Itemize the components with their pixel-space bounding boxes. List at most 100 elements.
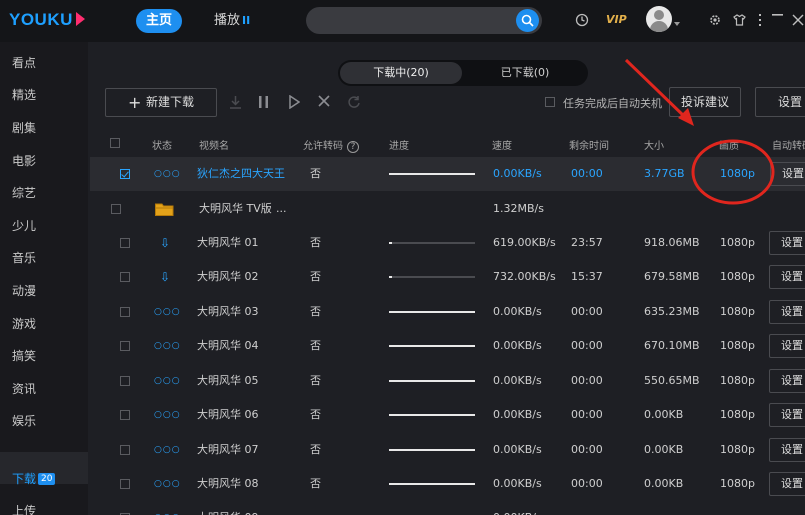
row-size: 0.00KB [644, 477, 684, 490]
chevron-down-icon[interactable] [674, 22, 680, 26]
sidebar-item-jingxuan[interactable]: 精选 [12, 86, 36, 103]
row-quality: 1080p [720, 270, 755, 283]
row-name: 大明风华 08 [197, 477, 259, 490]
nav-home-button[interactable]: 主页 [136, 9, 182, 33]
search-button[interactable] [516, 9, 539, 32]
history-clock-icon[interactable] [575, 13, 589, 27]
table-row[interactable]: ⇩ 大明风华 01 否 619.00KB/s 23:57 918.06MB 10… [90, 226, 805, 260]
row-settings-button[interactable]: 设置 [769, 265, 805, 289]
waiting-icon: ○○○ [154, 307, 181, 317]
row-speed: 0.00KB/s [493, 339, 542, 352]
table-row[interactable]: 大明风华 TV版 ... 1.32MB/s [90, 192, 805, 226]
table-row[interactable]: ○○○ 大明风华 04 否 0.00KB/s 00:00 670.10MB 10… [90, 329, 805, 363]
help-icon[interactable]: ? [347, 141, 359, 153]
refresh-icon[interactable] [347, 95, 361, 109]
sidebar-item-dongman[interactable]: 动漫 [12, 282, 36, 299]
row-name: 大明风华 02 [197, 270, 259, 283]
youku-logo[interactable]: YOUKU [9, 10, 85, 30]
sidebar-item-shaoer[interactable]: 少儿 [12, 217, 36, 234]
skin-shirt-icon[interactable] [733, 14, 746, 26]
download-all-icon[interactable] [228, 95, 243, 110]
sidebar-item-yinyue[interactable]: 音乐 [12, 249, 36, 266]
search-input[interactable] [306, 7, 542, 34]
row-settings-button[interactable]: 设置 [769, 403, 805, 427]
more-menu-icon[interactable] [759, 14, 762, 27]
sidebar-item-download[interactable]: 下载 20 [12, 470, 56, 487]
row-settings-button[interactable]: 设置 [770, 162, 805, 186]
nav-play-button[interactable]: 播放 II [214, 9, 250, 33]
row-name: 大明风华 TV版 [199, 202, 272, 215]
row-settings-button[interactable]: 设置 [769, 334, 805, 358]
waiting-icon: ○○○ [154, 169, 181, 179]
sidebar-item-upload[interactable]: 上传 [12, 502, 36, 515]
play-icon[interactable] [288, 95, 300, 109]
row-settings-button[interactable]: 设置 [769, 300, 805, 324]
row-quality: 1080p [720, 443, 755, 456]
table-row[interactable]: ○○○ 大明风华 07 否 0.00KB/s 00:00 0.00KB 1080… [90, 433, 805, 467]
row-transcode: 否 [310, 236, 321, 249]
sidebar-item-youxi[interactable]: 游戏 [12, 315, 36, 332]
row-checkbox[interactable] [120, 238, 130, 248]
minimize-icon[interactable] [772, 14, 784, 16]
row-name: 大明风华 09 [197, 501, 259, 515]
vip-badge[interactable]: VIP [606, 13, 627, 26]
close-icon[interactable] [792, 14, 804, 26]
tab-downloaded[interactable]: 已下载(0) [464, 62, 586, 84]
delete-icon[interactable] [318, 95, 330, 107]
sidebar-item-gaoxiao[interactable]: 搞笑 [12, 347, 36, 364]
table-row[interactable]: ○○○ 大明风华 05 否 0.00KB/s 00:00 550.65MB 10… [90, 364, 805, 398]
row-transcode: 否 [310, 477, 321, 490]
settings-button[interactable]: 设置 [755, 87, 805, 117]
row-checkbox[interactable] [120, 307, 130, 317]
row-transcode: 否 [310, 339, 321, 352]
sidebar-item-dianying[interactable]: 电影 [12, 152, 36, 169]
pause-icon[interactable] [258, 95, 270, 109]
row-checkbox[interactable] [111, 204, 121, 214]
row-checkbox[interactable] [120, 169, 130, 179]
table-row[interactable]: ○○○ 狄仁杰之四大天王 否 0.00KB/s 00:00 3.77GB 108… [90, 157, 805, 191]
row-remaining: 00:00 [571, 443, 603, 456]
select-all-checkbox[interactable] [110, 138, 120, 148]
table-row[interactable]: ○○○ 大明风华 06 否 0.00KB/s 00:00 0.00KB 1080… [90, 398, 805, 432]
settings-gear-icon[interactable] [709, 14, 721, 26]
row-progress-fill [389, 380, 475, 382]
new-download-button[interactable]: + 新建下载 [105, 88, 217, 117]
row-checkbox[interactable] [120, 341, 130, 351]
row-settings-button[interactable]: 设置 [769, 472, 805, 496]
col-speed: 速度 [492, 141, 512, 152]
row-size: 0.00KB [644, 443, 684, 456]
row-settings-button[interactable]: 设置 [769, 438, 805, 462]
row-settings-button[interactable]: 设置 [769, 369, 805, 393]
sidebar-item-zongyi[interactable]: 综艺 [12, 184, 36, 201]
row-transcode: 否 [310, 167, 321, 180]
row-progress-fill [389, 276, 392, 278]
top-bar: YOUKU 主页 播放 II VIP [0, 0, 805, 42]
logo-text: YOUKU [9, 10, 73, 29]
avatar[interactable] [646, 6, 672, 32]
table-row[interactable]: ○○○ 大明风华 08 否 0.00KB/s 00:00 0.00KB 1080… [90, 467, 805, 501]
row-speed: 0.00KB/s [493, 501, 542, 515]
row-checkbox[interactable] [120, 272, 130, 282]
table-row[interactable]: ⇩ 大明风华 02 否 732.00KB/s 15:37 679.58MB 10… [90, 260, 805, 294]
row-checkbox[interactable] [120, 445, 130, 455]
row-settings-button[interactable]: 设置 [769, 231, 805, 255]
row-progress-fill [389, 311, 475, 313]
row-quality: 1080p [720, 339, 755, 352]
sidebar-item-kandian[interactable]: 看点 [12, 54, 36, 71]
sidebar-item-yule[interactable]: 娱乐 [12, 412, 36, 429]
tab-downloading[interactable]: 下载中(20) [340, 62, 462, 84]
row-checkbox[interactable] [120, 410, 130, 420]
row-checkbox[interactable] [120, 376, 130, 386]
row-speed: 0.00KB/s [493, 443, 542, 456]
sidebar-item-juji[interactable]: 剧集 [12, 119, 36, 136]
row-checkbox[interactable] [120, 479, 130, 489]
auto-shutdown-checkbox[interactable] [545, 97, 555, 107]
row-remaining: 00:00 [571, 408, 603, 421]
avatar-body [650, 21, 668, 32]
table-row[interactable]: ○○○ 大明风华 03 否 0.00KB/s 00:00 635.23MB 10… [90, 295, 805, 329]
sidebar-item-zixun[interactable]: 资讯 [12, 380, 36, 397]
feedback-button[interactable]: 投诉建议 [669, 87, 741, 117]
row-size: 3.77GB [644, 167, 685, 180]
table-row[interactable]: ○○○ 大明风华 09 0.00KB/s [90, 501, 805, 515]
row-speed: 0.00KB/s [493, 408, 542, 421]
